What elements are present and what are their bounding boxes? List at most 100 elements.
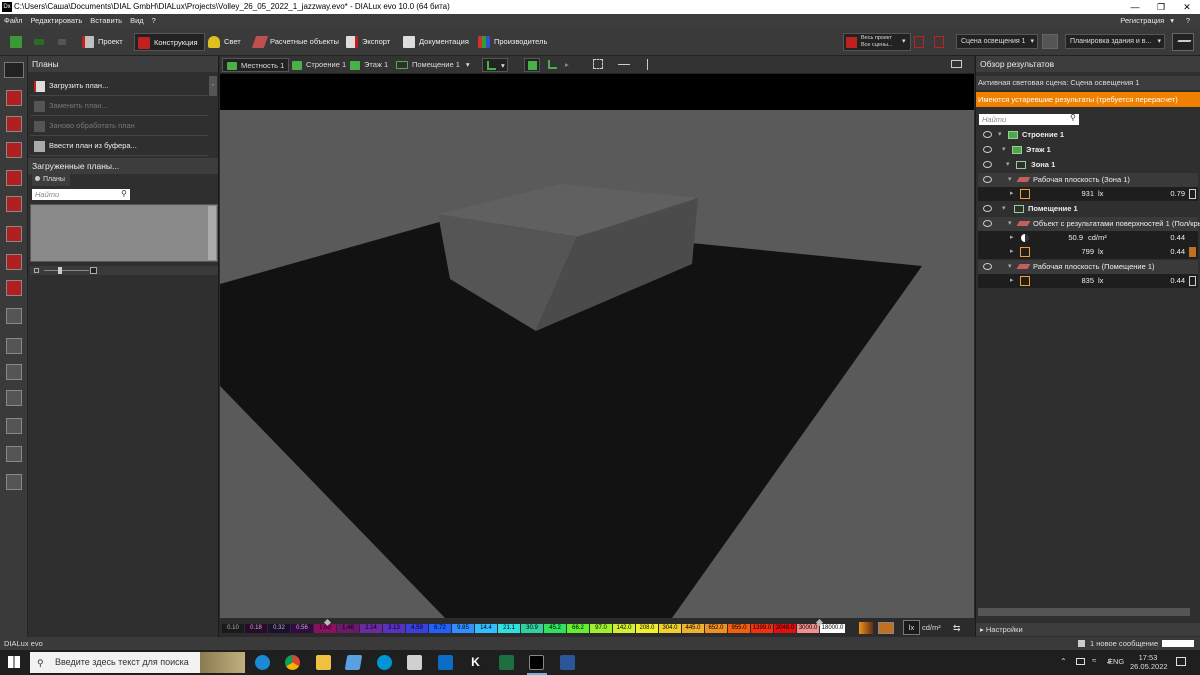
- photos-icon[interactable]: [344, 655, 363, 670]
- settings-section[interactable]: ▸ Настройки: [976, 623, 1200, 636]
- stop-calc-icon[interactable]: [914, 36, 924, 48]
- tab-terrain[interactable]: Местность 1: [222, 58, 290, 72]
- message-icon[interactable]: [1078, 640, 1085, 647]
- eye-icon[interactable]: [983, 161, 992, 168]
- furniture-icon[interactable]: [6, 308, 22, 324]
- search-icon[interactable]: ⚲: [1070, 113, 1076, 122]
- expand-icon[interactable]: ▾: [998, 128, 1002, 142]
- tree-work-plane-zone[interactable]: ▾ Рабочая плоскость (Зона 1): [978, 173, 1198, 187]
- paste-plan-button[interactable]: Ввести план из буфера...: [30, 136, 208, 156]
- tab-project[interactable]: Проект: [82, 33, 123, 51]
- hp-icon[interactable]: [377, 655, 392, 670]
- expand-icon[interactable]: ▾: [1002, 143, 1006, 157]
- store-icon[interactable]: [438, 655, 453, 670]
- tab-calc-objects[interactable]: Расчетные объекты: [251, 33, 339, 51]
- tree-room[interactable]: ▾ Помещение 1: [978, 202, 1198, 216]
- window-icon[interactable]: [6, 446, 22, 462]
- box-icon[interactable]: [6, 280, 22, 296]
- tree-zone[interactable]: ▾ Зона 1: [978, 158, 1198, 172]
- chrome-icon[interactable]: [285, 655, 300, 670]
- expand-icon[interactable]: ▾: [1008, 217, 1012, 231]
- load-plan-button[interactable]: Загрузить план...: [30, 76, 208, 96]
- cube-icon[interactable]: [6, 226, 22, 242]
- language-indicator[interactable]: ENG: [1108, 657, 1124, 666]
- undo-icon[interactable]: [34, 33, 48, 51]
- result-surface-illuminance[interactable]: ▸ 799 lx 0.44: [978, 245, 1198, 259]
- tab-documentation[interactable]: Документация: [403, 33, 469, 51]
- tab-construction[interactable]: Конструкция: [134, 33, 205, 51]
- dialux-taskbar-icon[interactable]: [529, 655, 544, 670]
- tray-chevron-icon[interactable]: ⌃: [1060, 657, 1067, 666]
- stairs-icon[interactable]: [6, 364, 22, 380]
- monitor-icon[interactable]: [950, 58, 964, 72]
- unit-lx-button[interactable]: lx: [903, 620, 920, 635]
- replace-plan-button[interactable]: Заменить план...: [30, 96, 208, 116]
- tab-plans[interactable]: Планы: [32, 174, 70, 186]
- zoom-slider[interactable]: [30, 266, 218, 275]
- snap-button[interactable]: ▾: [482, 58, 508, 72]
- outline-icon[interactable]: [6, 196, 22, 212]
- eye-icon[interactable]: [983, 263, 992, 270]
- status-messages[interactable]: 1 новое сообщение: [1090, 637, 1158, 650]
- zoom-in-icon[interactable]: [90, 267, 97, 274]
- result-luminance[interactable]: ▸ 50.9 cd/m² 0.44: [978, 231, 1198, 245]
- scrollbar[interactable]: [208, 206, 216, 260]
- menu-help[interactable]: ?: [148, 14, 160, 28]
- room-icon[interactable]: [6, 90, 22, 106]
- building-icon[interactable]: [6, 116, 22, 132]
- expand-icon[interactable]: ▸: [1010, 231, 1014, 245]
- menu-view[interactable]: Вид: [126, 14, 148, 28]
- help-icon[interactable]: ?: [1182, 14, 1194, 28]
- tab-building[interactable]: Строение 1: [292, 58, 346, 72]
- table-icon[interactable]: [6, 338, 22, 354]
- measure-vertical-icon[interactable]: [642, 58, 654, 72]
- tab-room[interactable]: Помещение 1 ▾: [396, 58, 470, 72]
- search-icon[interactable]: ⚲: [121, 189, 127, 198]
- clock[interactable]: 17:53 26.05.2022: [1130, 653, 1168, 671]
- tab-manufacturer[interactable]: Производитель: [478, 33, 547, 51]
- calc-scope-button[interactable]: Весь проект Все сцены... ▾: [843, 33, 911, 51]
- color-gradient-icon[interactable]: [859, 622, 873, 634]
- unit-cdm2-button[interactable]: cd/m²: [922, 620, 941, 635]
- tab-light[interactable]: Свет: [208, 33, 241, 51]
- roof-icon[interactable]: [6, 254, 22, 270]
- outdated-results-warning[interactable]: Имеются устаревшие результаты (требуется…: [976, 92, 1200, 107]
- wall-icon[interactable]: [6, 170, 22, 186]
- expand-icon[interactable]: ▾: [1008, 260, 1012, 274]
- plans-list[interactable]: [30, 204, 218, 262]
- expand-icon[interactable]: ▸: [1010, 274, 1014, 288]
- expand-icon[interactable]: ▾: [1002, 202, 1006, 216]
- tree-building[interactable]: ▾ Строение 1: [978, 128, 1198, 142]
- menu-insert[interactable]: Вставить: [86, 14, 126, 28]
- eye-icon[interactable]: [983, 176, 992, 183]
- result-zone-illuminance[interactable]: ▸ 931 lx 0.79: [978, 187, 1198, 201]
- tree-work-plane-room[interactable]: ▾ Рабочая плоскость (Помещение 1): [978, 260, 1198, 274]
- delete-results-icon[interactable]: [934, 36, 944, 48]
- notifications-icon[interactable]: [1176, 657, 1186, 666]
- outline-view-button[interactable]: [546, 58, 560, 72]
- excel-icon[interactable]: [499, 655, 514, 670]
- expand-icon[interactable]: ▸: [1010, 245, 1014, 259]
- floor-icon[interactable]: [6, 142, 22, 158]
- collapse-handle[interactable]: -: [209, 76, 217, 96]
- plan-import-icon[interactable]: [4, 62, 24, 78]
- horizontal-scrollbar[interactable]: [978, 608, 1190, 616]
- door-icon[interactable]: [6, 418, 22, 434]
- measure-icon[interactable]: [6, 390, 22, 406]
- edge-icon[interactable]: [255, 655, 270, 670]
- measure-horizontal-icon[interactable]: [617, 58, 631, 72]
- color-mode-icon[interactable]: [878, 622, 894, 634]
- result-room-illuminance[interactable]: ▸ 835 lx 0.44: [978, 274, 1198, 288]
- slider-handle[interactable]: [58, 267, 62, 274]
- battery-icon[interactable]: [1076, 658, 1085, 665]
- view-mode-button[interactable]: [1172, 33, 1194, 51]
- registration-menu[interactable]: Регистрация ▾: [1112, 14, 1178, 28]
- scene-settings-button[interactable]: [1042, 34, 1058, 49]
- expand-icon[interactable]: ▸: [1010, 187, 1014, 201]
- menu-edit[interactable]: Редактировать: [26, 14, 86, 28]
- layout-select[interactable]: Планировка здания и в... ▾: [1065, 34, 1165, 49]
- notepad-icon[interactable]: [407, 655, 422, 670]
- reprocess-plan-button[interactable]: Заново обработать план: [30, 116, 208, 136]
- menu-file[interactable]: Файл: [0, 14, 26, 28]
- redo-icon[interactable]: [58, 33, 70, 51]
